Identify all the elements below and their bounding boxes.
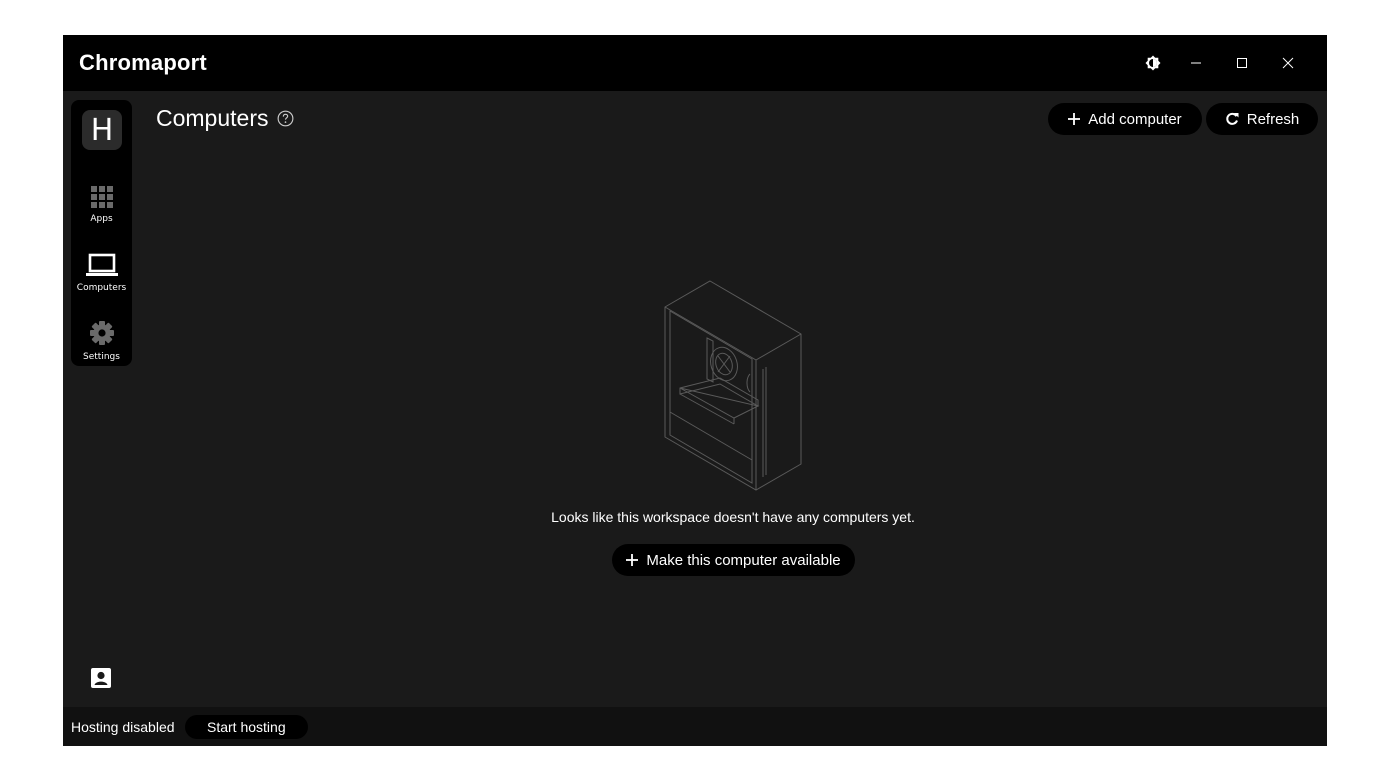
profile-icon[interactable]: [91, 668, 111, 688]
add-computer-label: Add computer: [1088, 110, 1182, 128]
sidebar-item-label: Apps: [90, 214, 113, 224]
gear-icon: [89, 321, 114, 345]
app-title: Chromaport: [79, 50, 207, 75]
plus-icon: [1068, 113, 1081, 125]
grid-icon: [90, 186, 113, 208]
laptop-icon: [85, 253, 118, 276]
hosting-status: Hosting disabled: [71, 719, 175, 735]
make-available-label: Make this computer available: [646, 551, 841, 569]
status-bar: Hosting disabled Start hosting: [63, 707, 1327, 746]
empty-state-message: Looks like this workspace doesn't have a…: [551, 509, 915, 525]
sidebar: H Apps Computers Settings: [71, 100, 132, 366]
minimize-button[interactable]: [1179, 49, 1213, 77]
refresh-icon: [1226, 112, 1239, 125]
maximize-button[interactable]: [1225, 49, 1259, 77]
maximize-icon: [1237, 58, 1247, 68]
sidebar-item-computers[interactable]: Computers: [71, 245, 132, 303]
theme-toggle-button[interactable]: [1136, 49, 1170, 77]
theme-toggle-icon: [1145, 55, 1161, 71]
refresh-button[interactable]: Refresh: [1206, 103, 1318, 135]
help-icon[interactable]: [277, 110, 294, 127]
minimize-icon: [1191, 62, 1201, 64]
plus-icon: [626, 554, 639, 566]
make-available-button[interactable]: Make this computer available: [612, 544, 855, 576]
sidebar-item-settings[interactable]: Settings: [71, 314, 132, 372]
refresh-label: Refresh: [1246, 110, 1300, 128]
close-icon: [1282, 57, 1294, 69]
workspace-avatar[interactable]: H: [82, 110, 122, 150]
page-title: Computers: [156, 105, 294, 132]
computer-tower-illustration: [664, 280, 802, 491]
title-bar: Chromaport: [63, 35, 1327, 91]
add-computer-button[interactable]: Add computer: [1048, 103, 1202, 135]
sidebar-item-label: Settings: [83, 352, 120, 362]
sidebar-item-apps[interactable]: Apps: [71, 176, 132, 234]
start-hosting-button[interactable]: Start hosting: [185, 715, 308, 739]
page-title-text: Computers: [156, 105, 269, 131]
app-window: Chromaport H Apps Computers Settings Com…: [63, 35, 1327, 746]
close-button[interactable]: [1271, 49, 1305, 77]
sidebar-item-label: Computers: [76, 283, 127, 293]
